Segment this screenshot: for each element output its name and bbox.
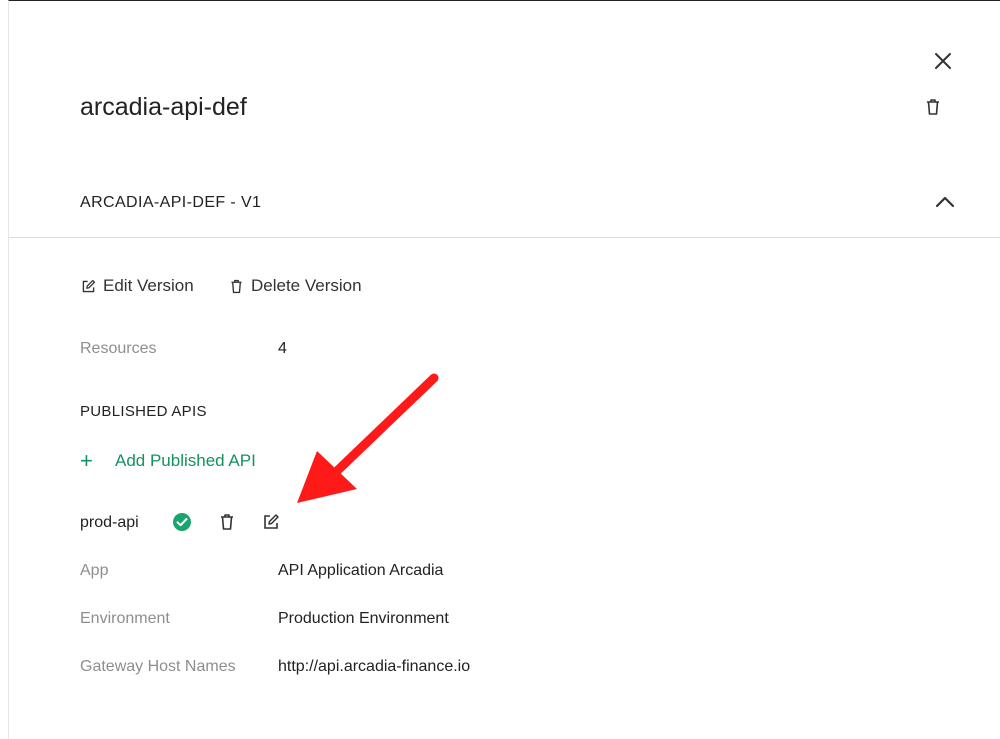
plus-icon: + [80,448,93,473]
annotation-arrow-icon [297,373,439,503]
delete-published-api-trash-icon[interactable] [217,512,237,532]
field-label-gateway-host-names: Gateway Host Names [80,658,236,675]
check-circle-icon [173,513,191,531]
published-api-name: prod-api [80,514,139,531]
add-published-api-button[interactable]: + Add Published API [80,448,256,473]
delete-definition-trash-icon[interactable] [923,97,943,117]
edit-icon [82,279,96,292]
add-published-api-label: Add Published API [115,451,256,470]
edit-version-label: Edit Version [103,276,194,295]
trash-icon [231,279,242,293]
delete-version-label: Delete Version [251,276,362,295]
detail-panel: arcadia-api-def ARCADIA-API-DEF - V1 Edi… [8,0,1000,739]
field-value-gateway-host-names: http://api.arcadia-finance.io [278,658,471,675]
field-label-environment: Environment [80,610,170,627]
field-value-app: API Application Arcadia [278,562,444,579]
resources-label: Resources [80,340,157,357]
field-value-environment: Production Environment [278,610,449,627]
field-label-app: App [80,562,109,579]
chevron-up-icon[interactable] [933,193,957,211]
page-title: arcadia-api-def [80,93,247,121]
edit-published-api-icon[interactable] [261,512,281,532]
resources-value: 4 [278,340,287,357]
edit-version-button[interactable]: Edit Version [80,276,194,296]
delete-version-button[interactable]: Delete Version [228,276,362,296]
version-title: ARCADIA-API-DEF - V1 [80,194,262,211]
close-icon[interactable] [931,49,955,73]
section-divider [9,237,1000,238]
published-apis-heading: PUBLISHED APIS [80,403,207,420]
